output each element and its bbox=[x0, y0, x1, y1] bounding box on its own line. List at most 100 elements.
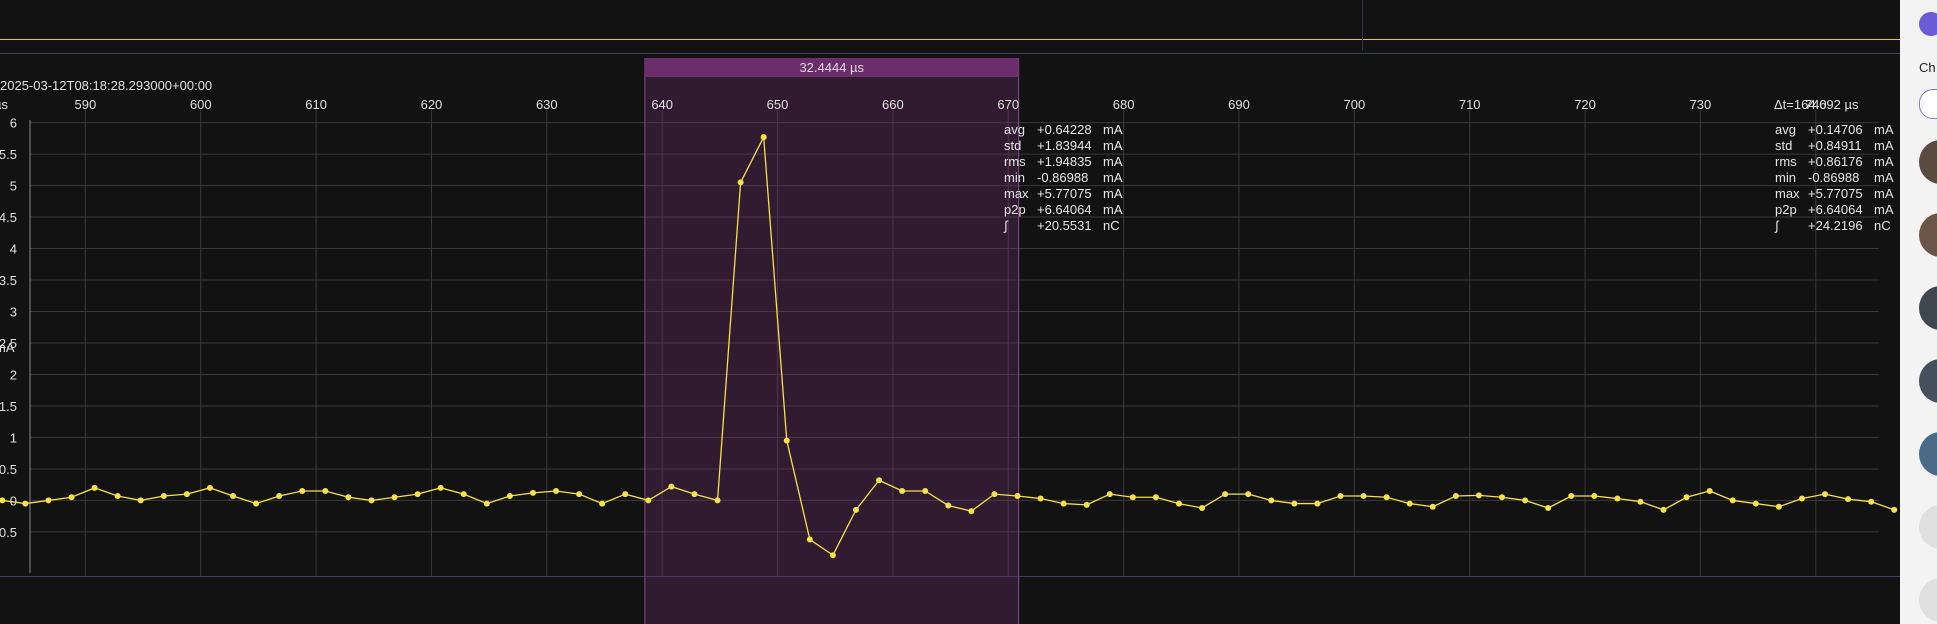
data-point bbox=[1822, 491, 1829, 498]
selection-duration-label: 32.4444 µs bbox=[799, 60, 864, 75]
data-point bbox=[1614, 495, 1621, 502]
data-point bbox=[852, 506, 859, 513]
y-tick-label: 3.5 bbox=[0, 273, 17, 288]
data-point bbox=[1129, 494, 1136, 501]
selection-region[interactable] bbox=[644, 77, 1019, 624]
x-tick-label: 690 bbox=[1228, 97, 1250, 112]
stat-value: +6.64064 bbox=[1037, 202, 1092, 217]
stat-name: avg bbox=[1004, 122, 1025, 137]
data-point bbox=[991, 491, 998, 498]
data-point bbox=[368, 497, 375, 504]
x-tick-label: 630 bbox=[536, 97, 558, 112]
data-point bbox=[1314, 500, 1321, 507]
avatar[interactable] bbox=[1919, 578, 1937, 622]
data-point bbox=[945, 502, 952, 509]
x-tick-label: 650 bbox=[767, 97, 789, 112]
x-tick-label: 670 bbox=[997, 97, 1019, 112]
data-point bbox=[1083, 501, 1090, 508]
avatar[interactable] bbox=[1919, 140, 1937, 184]
data-point bbox=[1291, 500, 1298, 507]
panel-toggle[interactable] bbox=[1919, 89, 1937, 119]
avatar[interactable] bbox=[1919, 505, 1937, 549]
data-point bbox=[68, 494, 75, 501]
y-tick-label: 5 bbox=[10, 179, 17, 194]
data-point bbox=[1729, 497, 1736, 504]
x-tick-label: 660 bbox=[882, 97, 904, 112]
data-point bbox=[391, 494, 398, 501]
y-tick-label: 0 bbox=[10, 493, 17, 508]
stat-name: max bbox=[1775, 186, 1800, 201]
stat-value: +0.64228 bbox=[1037, 122, 1092, 137]
data-point bbox=[760, 134, 767, 141]
y-tick-label: 1 bbox=[10, 430, 17, 445]
y-tick-label: 6 bbox=[10, 116, 17, 131]
panel-action-icon[interactable] bbox=[1919, 12, 1937, 36]
data-point bbox=[1591, 493, 1598, 500]
stat-name: min bbox=[1775, 170, 1796, 185]
data-point bbox=[183, 491, 190, 498]
avatar[interactable] bbox=[1919, 213, 1937, 257]
data-point bbox=[553, 487, 560, 494]
data-point bbox=[1222, 491, 1229, 498]
data-point bbox=[968, 508, 975, 515]
x-tick-label: 620 bbox=[421, 97, 443, 112]
data-point bbox=[1798, 495, 1805, 502]
x-unit-label: µs bbox=[0, 97, 8, 112]
avatar[interactable] bbox=[1919, 432, 1937, 476]
view-stats-panel: avg +0.14706 mAstd +0.84911 mArms +0.86176 mAm… bbox=[1774, 122, 1894, 233]
x-tick-label: 590 bbox=[75, 97, 97, 112]
stat-value: +5.77075 bbox=[1808, 186, 1863, 201]
stat-value: +24.2196 bbox=[1808, 218, 1863, 233]
data-point bbox=[783, 437, 790, 444]
data-point bbox=[114, 493, 121, 500]
stat-unit: mA bbox=[1103, 138, 1123, 153]
stat-name: avg bbox=[1775, 122, 1796, 137]
data-point bbox=[1845, 496, 1852, 503]
data-point bbox=[1752, 500, 1759, 507]
data-point bbox=[737, 179, 744, 186]
data-point bbox=[1499, 494, 1506, 501]
data-point bbox=[1891, 506, 1898, 513]
data-point bbox=[1545, 504, 1552, 511]
stat-value: +0.86176 bbox=[1808, 154, 1863, 169]
data-point bbox=[1268, 497, 1275, 504]
data-point bbox=[137, 497, 144, 504]
data-point bbox=[1868, 498, 1875, 505]
stat-name: p2p bbox=[1775, 202, 1797, 217]
y-tick-label: 4.5 bbox=[0, 210, 17, 225]
y-tick-label: 3 bbox=[10, 305, 17, 320]
avatar[interactable] bbox=[1919, 286, 1937, 330]
data-point bbox=[276, 493, 283, 500]
x-tick-label: 600 bbox=[190, 97, 212, 112]
y-tick-label: -0.5 bbox=[0, 525, 17, 540]
data-point bbox=[1683, 494, 1690, 501]
stat-name: ∫ bbox=[1774, 218, 1780, 233]
data-point bbox=[1452, 493, 1459, 500]
data-point bbox=[506, 493, 513, 500]
stat-unit: mA bbox=[1103, 170, 1123, 185]
avatar[interactable] bbox=[1919, 359, 1937, 403]
data-point bbox=[1106, 491, 1113, 498]
data-point bbox=[1060, 500, 1067, 507]
stat-unit: nC bbox=[1103, 218, 1120, 233]
stat-value: +0.14706 bbox=[1808, 122, 1863, 137]
selection-stats-panel: avg +0.64228 mAstd +1.83944 mArms +1.94835 mAm… bbox=[1003, 122, 1123, 233]
stat-name: p2p bbox=[1004, 202, 1026, 217]
data-point bbox=[1245, 491, 1252, 498]
stat-name: rms bbox=[1775, 154, 1797, 169]
x-tick-label: 710 bbox=[1459, 97, 1481, 112]
data-point bbox=[1637, 498, 1644, 505]
data-point bbox=[1337, 493, 1344, 500]
data-point bbox=[1475, 492, 1482, 499]
data-point bbox=[45, 497, 52, 504]
chart-canvas[interactable]: 32.4444 µs 590 600 610 620 630 640 650 660 670 68… bbox=[0, 0, 1900, 624]
data-point bbox=[529, 489, 536, 496]
data-point bbox=[483, 500, 490, 507]
stat-value: +1.94835 bbox=[1037, 154, 1092, 169]
data-point bbox=[230, 493, 237, 500]
data-point bbox=[437, 484, 444, 491]
x-tick-label: 680 bbox=[1113, 97, 1135, 112]
stat-unit: mA bbox=[1103, 154, 1123, 169]
stat-name: rms bbox=[1004, 154, 1026, 169]
stat-value: +1.83944 bbox=[1037, 138, 1092, 153]
